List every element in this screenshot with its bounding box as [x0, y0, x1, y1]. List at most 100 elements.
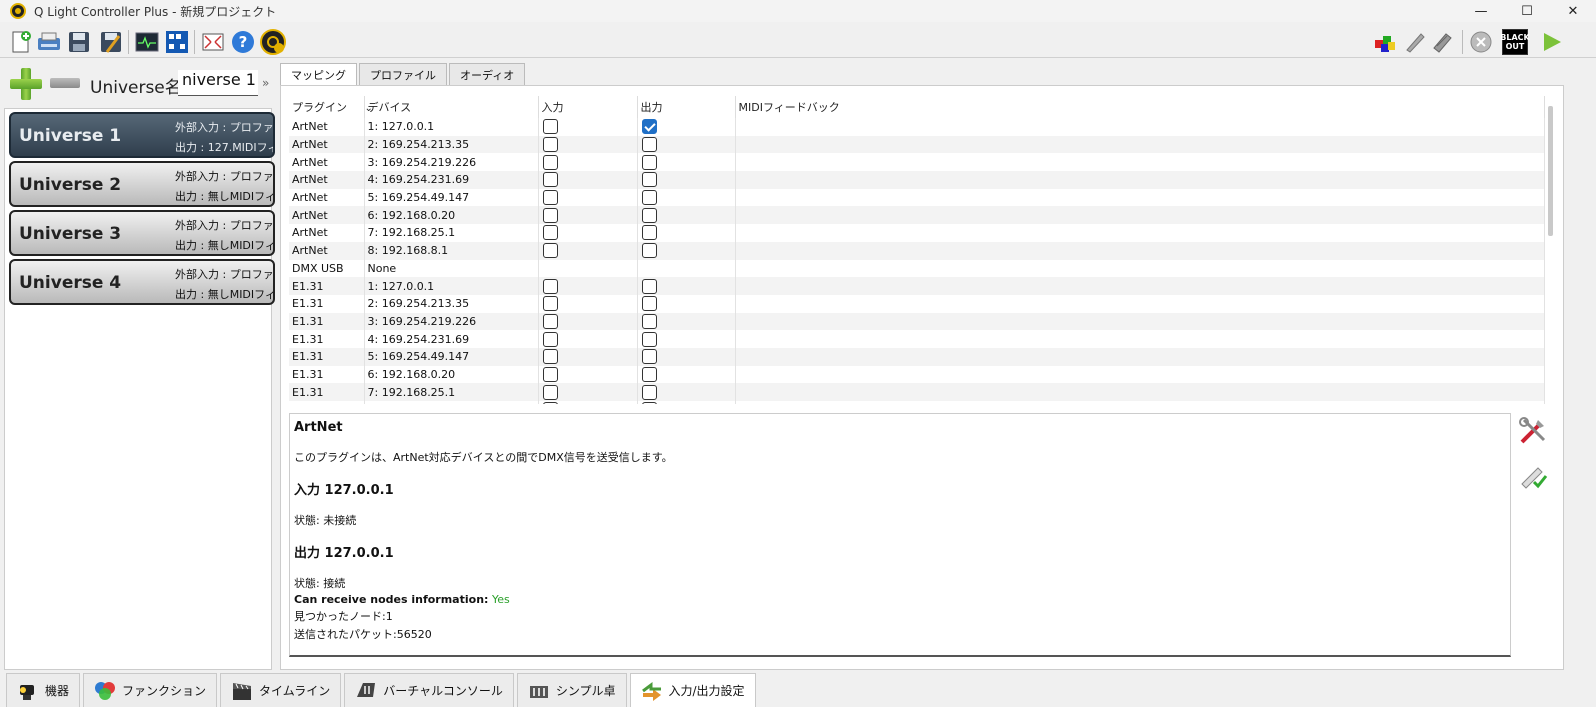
- input-checkbox[interactable]: [542, 366, 558, 382]
- table-row[interactable]: E1.31 3: 169.254.219.226: [289, 312, 1545, 331]
- header-midi-feedback[interactable]: MIDIフィードバック: [735, 96, 1545, 118]
- output-checkbox[interactable]: [641, 384, 657, 400]
- input-checkbox[interactable]: [542, 384, 558, 400]
- universe-item-2[interactable]: Universe 2 外部入力 : プロファイル 出力 : 無しMIDIフィ: [9, 161, 275, 207]
- input-checkbox[interactable]: [542, 278, 558, 294]
- help-icon[interactable]: ?: [230, 29, 256, 55]
- input-checkbox[interactable]: [542, 243, 558, 259]
- output-checkbox[interactable]: [641, 402, 657, 404]
- output-checkbox[interactable]: [641, 172, 657, 188]
- open-project-icon[interactable]: [36, 29, 62, 55]
- header-device[interactable]: デバイス: [364, 96, 539, 118]
- more-chevron-icon[interactable]: »: [262, 76, 269, 90]
- universe-item-3[interactable]: Universe 3 外部入力 : プロファイル 出力 : 無しMIDIフィ: [9, 210, 275, 256]
- universe-list: Universe 1 外部入力 : プロファイル 出力 : 127.MIDIフィ…: [4, 108, 275, 670]
- stop-all-icon[interactable]: [1468, 29, 1494, 55]
- midi-feedback-cell: [735, 330, 1545, 348]
- universe-item-4[interactable]: Universe 4 外部入力 : プロファイル 出力 : 無しMIDIフィ: [9, 259, 275, 305]
- window-title: Q Light Controller Plus - 新規プロジェクト: [34, 4, 277, 19]
- save-as-icon[interactable]: [98, 29, 124, 55]
- output-checkbox[interactable]: [641, 243, 657, 259]
- new-project-icon[interactable]: [8, 29, 34, 55]
- table-row[interactable]: E1.31 6: 192.168.0.20: [289, 365, 1545, 384]
- table-row[interactable]: ArtNet 2: 169.254.213.35: [289, 135, 1545, 154]
- table-row[interactable]: DMX USB None: [289, 259, 1545, 278]
- output-checkbox[interactable]: [641, 154, 657, 170]
- output-cell: [637, 241, 736, 260]
- output-checkbox[interactable]: [641, 225, 657, 241]
- operate-mode-icon[interactable]: [1430, 29, 1456, 55]
- dmx-monitor-icon[interactable]: [134, 29, 160, 55]
- blackout-icon[interactable]: BLACK OUT: [1500, 29, 1530, 55]
- table-row[interactable]: E1.31 1: 127.0.0.1: [289, 277, 1545, 295]
- bottom-tab-simple-desk[interactable]: シンプル卓: [516, 673, 627, 707]
- output-checkbox[interactable]: [641, 313, 657, 329]
- save-project-icon[interactable]: [66, 29, 92, 55]
- output-checkbox[interactable]: [641, 296, 657, 312]
- close-button[interactable]: ✕: [1550, 0, 1596, 22]
- input-checkbox[interactable]: [542, 207, 558, 223]
- about-icon[interactable]: [260, 29, 286, 55]
- table-row[interactable]: ArtNet 5: 169.254.49.147: [289, 188, 1545, 207]
- minimize-button[interactable]: —: [1458, 0, 1504, 22]
- input-checkbox[interactable]: [542, 349, 558, 365]
- header-plugin[interactable]: プラグイン ⌄: [289, 96, 373, 118]
- universe-name-input[interactable]: niverse 1: [178, 70, 258, 96]
- input-checkbox[interactable]: [542, 137, 558, 153]
- output-cell: [637, 259, 736, 278]
- output-checkbox[interactable]: [641, 137, 657, 153]
- address-tool-icon[interactable]: [164, 29, 190, 55]
- input-checkbox[interactable]: [542, 154, 558, 170]
- input-checkbox[interactable]: [542, 331, 558, 347]
- maximize-button[interactable]: ☐: [1504, 0, 1550, 22]
- output-checkbox[interactable]: [641, 349, 657, 365]
- configure-plugin-button[interactable]: [1515, 413, 1551, 449]
- table-row[interactable]: [289, 401, 1545, 404]
- output-checkbox[interactable]: [641, 190, 657, 206]
- input-checkbox[interactable]: [542, 119, 558, 135]
- table-row[interactable]: ArtNet 8: 192.168.8.1: [289, 241, 1545, 260]
- output-checkbox[interactable]: [641, 278, 657, 294]
- table-row[interactable]: ArtNet 6: 192.168.0.20: [289, 206, 1545, 225]
- output-checkbox[interactable]: [641, 366, 657, 382]
- live-edit-icon[interactable]: [1402, 29, 1428, 55]
- input-checkbox[interactable]: [542, 402, 558, 404]
- tab-profile[interactable]: プロファイル: [359, 63, 447, 85]
- nodes-found: 見つかったノード:1: [294, 610, 393, 623]
- header-input[interactable]: 入力: [538, 96, 638, 118]
- universe-item-1[interactable]: Universe 1 外部入力 : プロファイル 出力 : 127.MIDIフィ: [9, 112, 275, 158]
- bottom-tab-fixtures[interactable]: 機器: [6, 673, 81, 707]
- bottom-tab-virtual-console[interactable]: バーチャルコンソール: [344, 673, 514, 707]
- remove-universe-button[interactable]: [50, 78, 80, 88]
- input-checkbox[interactable]: [542, 296, 558, 312]
- table-row[interactable]: E1.31 4: 169.254.231.69: [289, 330, 1545, 348]
- hotplug-button[interactable]: [1515, 457, 1551, 493]
- table-scrollbar[interactable]: [1548, 106, 1553, 236]
- table-row[interactable]: ArtNet 7: 192.168.25.1: [289, 224, 1545, 242]
- play-icon[interactable]: [1538, 29, 1564, 55]
- virtual-console-icon: [357, 682, 376, 697]
- input-checkbox[interactable]: [542, 225, 558, 241]
- input-checkbox[interactable]: [542, 313, 558, 329]
- output-checkbox[interactable]: [641, 207, 657, 223]
- bottom-tab-io-settings[interactable]: 入力/出力設定: [629, 673, 756, 707]
- table-row[interactable]: E1.31 5: 169.254.49.147: [289, 347, 1545, 366]
- table-row[interactable]: E1.31 2: 169.254.213.35: [289, 294, 1545, 313]
- add-universe-button[interactable]: [10, 68, 42, 100]
- universe-output: 出力 : 127.MIDIフィ: [175, 141, 275, 154]
- output-checkbox[interactable]: [641, 331, 657, 347]
- tab-audio[interactable]: オーディオ: [449, 63, 526, 85]
- table-row[interactable]: E1.31 7: 192.168.25.1: [289, 383, 1545, 401]
- bottom-tab-functions[interactable]: ファンクション: [83, 673, 218, 707]
- table-row[interactable]: ArtNet 4: 169.254.231.69: [289, 171, 1545, 189]
- table-row[interactable]: ArtNet 3: 169.254.219.226: [289, 153, 1545, 172]
- output-checkbox[interactable]: [641, 119, 657, 135]
- tab-mapping[interactable]: マッピング: [280, 63, 357, 86]
- fixture-palette-icon[interactable]: [1372, 29, 1398, 55]
- fullscreen-icon[interactable]: [200, 29, 226, 55]
- input-checkbox[interactable]: [542, 190, 558, 206]
- input-checkbox[interactable]: [542, 172, 558, 188]
- table-row[interactable]: ArtNet 1: 127.0.0.1: [289, 118, 1545, 136]
- header-output[interactable]: 出力: [637, 96, 736, 118]
- bottom-tab-timeline[interactable]: タイムライン: [220, 673, 342, 707]
